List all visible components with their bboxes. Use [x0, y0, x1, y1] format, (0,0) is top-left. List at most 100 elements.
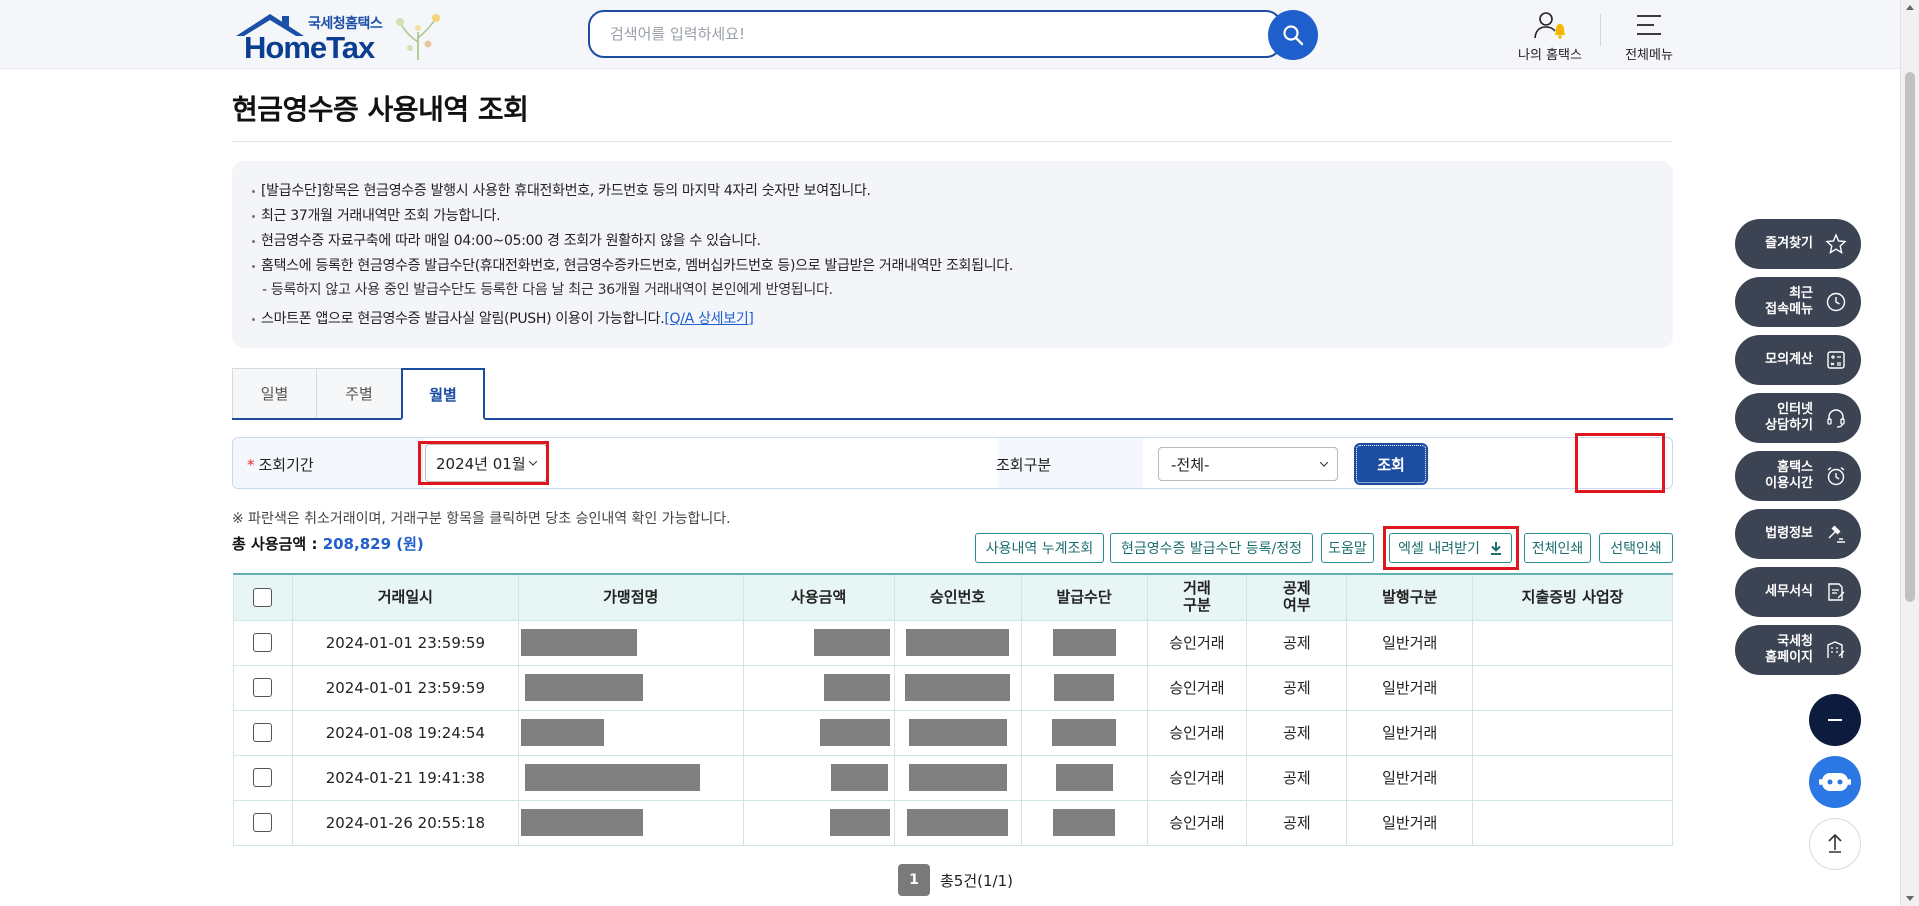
tab-weekly[interactable]: 주별 [316, 368, 402, 418]
trade-type-cell[interactable]: 승인거래 [1146, 620, 1248, 666]
redacted-block [520, 629, 637, 656]
trade-type-cell[interactable]: 승인거래 [1146, 755, 1248, 801]
col-amount[interactable]: 사용금액 [742, 573, 895, 621]
search-input[interactable] [610, 24, 1210, 44]
approval-cell [893, 755, 1022, 801]
redacted-block [905, 674, 1011, 701]
notice-subitem: - 등록하지 않고 사용 중인 발급수단도 등록한 다음 날 최근 36개월 거… [262, 282, 833, 298]
print-all-button[interactable]: 전체인쇄 [1524, 533, 1591, 563]
table-row: 2024-01-08 19:24:54 승인거래 공제 일반거래 [233, 710, 1673, 756]
merchant-cell [517, 800, 744, 846]
search-button[interactable] [1268, 10, 1318, 60]
row-select-cell [233, 665, 293, 711]
col-datetime[interactable]: 거래일시 [291, 573, 519, 621]
print-selected-button[interactable]: 선택인쇄 [1599, 533, 1673, 563]
notice-item: [발급수단]항목은 현금영수증 발행시 사용한 휴대전화번호, 카드번호 등의 … [252, 180, 871, 200]
amount-cell [742, 755, 895, 801]
select-all-checkbox[interactable] [253, 587, 273, 607]
scroll-down-arrow-icon[interactable] [1906, 896, 1914, 901]
row-select-cell [233, 755, 293, 801]
quick-hours-label: 홈택스 이용시간 [1765, 460, 1813, 491]
redacted-block [1052, 719, 1117, 746]
row-checkbox[interactable] [253, 768, 273, 787]
merchant-cell [517, 755, 744, 801]
help-button[interactable]: 도움말 [1321, 533, 1374, 563]
chatbot-button[interactable] [1809, 756, 1861, 808]
col-expense-business[interactable]: 지출증빙 사업장 [1472, 573, 1673, 621]
trade-type-cell[interactable]: 승인거래 [1146, 665, 1248, 711]
building-link-icon [1827, 641, 1845, 658]
vertical-scrollbar[interactable] [1900, 0, 1919, 906]
register-method-button[interactable]: 현금영수증 발급수단 등록/정정 [1110, 533, 1313, 563]
bullet-icon [252, 317, 255, 321]
datetime-cell: 2024-01-01 23:59:59 [291, 665, 519, 711]
col-issue-type[interactable]: 발행구분 [1346, 573, 1474, 621]
row-checkbox[interactable] [253, 813, 273, 832]
quick-forms-button[interactable]: 세무서식 [1735, 567, 1861, 617]
row-checkbox[interactable] [253, 633, 273, 652]
redacted-block [1055, 764, 1113, 791]
scroll-top-button[interactable] [1809, 818, 1861, 870]
row-select-cell [233, 620, 293, 666]
highlight-box [1383, 526, 1519, 570]
approval-cell [893, 800, 1022, 846]
datetime-cell: 2024-01-21 19:41:38 [291, 755, 519, 801]
qa-detail-link[interactable]: [Q/A 상세보기] [664, 311, 754, 327]
logo-wordmark: HomeTax [244, 30, 375, 65]
quick-law-button[interactable]: 법령정보 [1735, 509, 1861, 559]
type-select[interactable]: -전체- [1158, 447, 1338, 481]
quick-consult-label: 인터넷 상담하기 [1765, 402, 1813, 433]
select-all-cell [233, 573, 293, 621]
tab-daily[interactable]: 일별 [232, 368, 317, 418]
col-deduction[interactable]: 공제 여부 [1246, 573, 1348, 621]
col-merchant[interactable]: 가맹점명 [517, 573, 744, 621]
quick-nts-homepage-button[interactable]: 국세청 홈페이지 [1735, 625, 1861, 675]
notice-item: 홈택스에 등록한 현금영수증 발급수단(휴대전화번호, 현금영수증카드번호, 멤… [252, 255, 1013, 275]
redacted-block [906, 629, 1010, 656]
amount-cell [742, 800, 895, 846]
redacted-block [819, 719, 890, 746]
quick-consult-button[interactable]: 인터넷 상담하기 [1735, 393, 1861, 443]
quick-bookmark-button[interactable]: 즐겨찾기 [1735, 219, 1861, 269]
approval-cell [893, 710, 1022, 756]
page-number-current[interactable]: 1 [898, 864, 930, 896]
deduction-cell: 공제 [1246, 710, 1348, 756]
col-trade-type[interactable]: 거래 구분 [1146, 573, 1248, 621]
quick-calc-button[interactable]: 모의계산 [1735, 335, 1861, 385]
scrollbar-thumb[interactable] [1905, 72, 1915, 602]
cumulative-button[interactable]: 사용내역 누계조회 [975, 533, 1104, 563]
star-icon [1825, 233, 1847, 255]
col-approval-no[interactable]: 승인번호 [893, 573, 1022, 621]
row-checkbox[interactable] [253, 678, 273, 697]
amount-cell [742, 620, 895, 666]
table-row: 2024-01-21 19:41:38 승인거래 공제 일반거래 [233, 755, 1673, 801]
document-edit-icon [1828, 583, 1845, 601]
period-label: * 조회기간 [247, 456, 314, 474]
datetime-cell: 2024-01-01 23:59:59 [291, 620, 519, 666]
row-checkbox[interactable] [253, 723, 273, 742]
collapse-quick-menu-button[interactable] [1809, 694, 1861, 746]
datetime-cell: 2024-01-26 20:55:18 [291, 800, 519, 846]
chatbot-robot-icon [1819, 773, 1851, 791]
trade-type-cell[interactable]: 승인거래 [1146, 710, 1248, 756]
all-menu-button[interactable]: 전체메뉴 [1609, 6, 1689, 63]
query-button[interactable]: 조회 [1354, 443, 1428, 485]
bullet-icon [252, 264, 255, 268]
scroll-up-arrow-icon[interactable] [1906, 5, 1914, 10]
redacted-block [908, 719, 1007, 746]
tab-monthly[interactable]: 월별 [401, 368, 485, 420]
gavel-icon [1828, 525, 1845, 543]
trade-type-cell[interactable]: 승인거래 [1146, 800, 1248, 846]
quick-hours-button[interactable]: 홈택스 이용시간 [1735, 451, 1861, 501]
my-hometax-button[interactable]: 나의 홈택스 [1510, 6, 1590, 63]
col-issue-method[interactable]: 발급수단 [1020, 573, 1148, 621]
redacted-block [829, 809, 890, 836]
quick-recent-label: 최근 접속메뉴 [1765, 286, 1813, 317]
search-box[interactable] [588, 10, 1282, 58]
arrow-up-icon [1828, 833, 1842, 853]
type-label: 조회구분 [996, 456, 1052, 474]
issue-method-cell [1020, 710, 1148, 756]
hometax-logo[interactable]: 국세청홈택스 HomeTax [232, 8, 447, 65]
highlight-box [1575, 433, 1665, 493]
quick-recent-menu-button[interactable]: 최근 접속메뉴 [1735, 277, 1861, 327]
